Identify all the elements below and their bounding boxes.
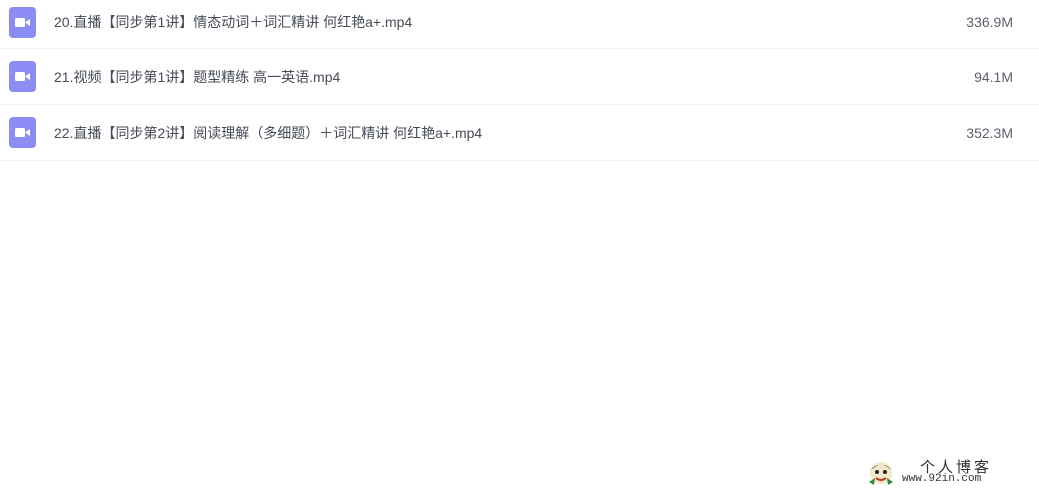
file-row[interactable]: 21.视频【同步第1讲】题型精练 高一英语.mp4 94.1M [0,49,1039,105]
file-name[interactable]: 20.直播【同步第1讲】情态动词＋词汇精讲 何红艳a+.mp4 [54,12,412,32]
file-size: 352.3M [966,125,1013,141]
file-name[interactable]: 22.直播【同步第2讲】阅读理解（多细题）＋词汇精讲 何红艳a+.mp4 [54,123,482,143]
file-list: 20.直播【同步第1讲】情态动词＋词汇精讲 何红艳a+.mp4 336.9M 2… [0,0,1039,161]
file-size: 336.9M [966,14,1013,30]
video-file-icon [9,61,36,92]
file-name[interactable]: 21.视频【同步第1讲】题型精练 高一英语.mp4 [54,67,340,87]
file-row[interactable]: 22.直播【同步第2讲】阅读理解（多细题）＋词汇精讲 何红艳a+.mp4 352… [0,105,1039,161]
video-file-icon [9,7,36,38]
watermark: 个人博客 www.92in.com [866,456,1026,490]
watermark-url: www.92in.com [902,473,982,485]
video-file-icon [9,117,36,148]
file-row[interactable]: 20.直播【同步第1讲】情态动词＋词汇精讲 何红艳a+.mp4 336.9M [0,0,1039,49]
file-size: 94.1M [974,69,1013,85]
avatar-logo-icon [866,458,896,488]
